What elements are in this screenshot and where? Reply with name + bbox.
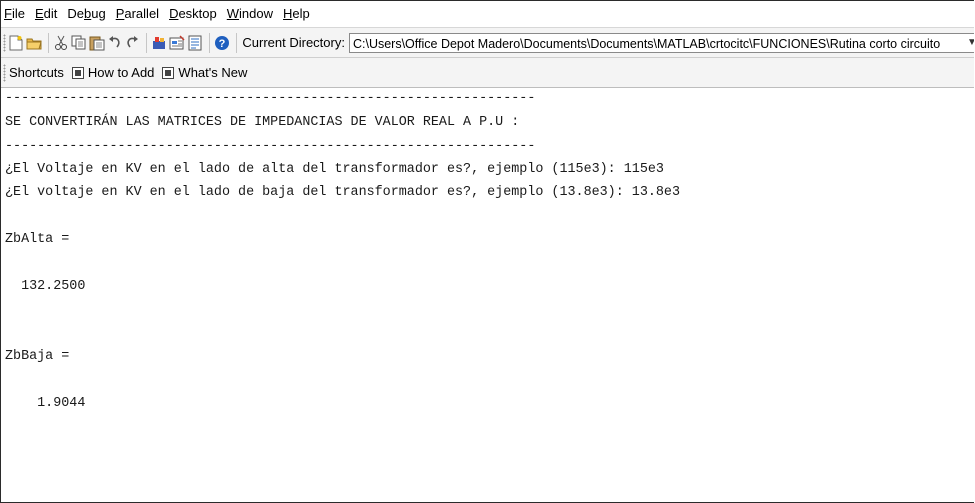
menu-file-label: ile bbox=[11, 6, 25, 21]
menu-desktop-label: esktop bbox=[178, 6, 217, 21]
command-window[interactable]: ----------------------------------------… bbox=[1, 91, 974, 502]
variable-value: 132.2500 bbox=[5, 279, 86, 294]
menu-help-label: elp bbox=[292, 6, 310, 21]
shortcut-how-to-add-label: How to Add bbox=[87, 65, 155, 80]
help-icon[interactable]: ? bbox=[214, 33, 230, 53]
current-directory-value: C:\Users\Office Depot Madero\Documents\D… bbox=[352, 36, 941, 51]
open-folder-icon[interactable] bbox=[26, 33, 42, 53]
new-file-icon[interactable] bbox=[9, 33, 25, 53]
menu-debug[interactable]: Debug bbox=[62, 4, 110, 24]
current-directory-field[interactable]: C:\Users\Office Depot Madero\Documents\D… bbox=[348, 32, 974, 53]
guide-icon[interactable] bbox=[169, 33, 185, 53]
cut-icon[interactable] bbox=[53, 33, 69, 53]
menu-debug-label: ug bbox=[91, 6, 106, 21]
menu-window-accel: W bbox=[226, 6, 240, 21]
output-line: SE CONVERTIRÁN LAS MATRICES DE IMPEDANCI… bbox=[5, 115, 520, 130]
menu-edit-accel: E bbox=[34, 6, 44, 21]
toolbar-grip[interactable] bbox=[3, 33, 6, 52]
variable-name: ZbBaja = bbox=[5, 349, 70, 364]
menu-window-label: indow bbox=[239, 6, 274, 21]
undo-icon[interactable] bbox=[107, 33, 123, 53]
shortcut-icon bbox=[71, 66, 84, 79]
menu-bar: File Edit Debug Parallel Desktop Window … bbox=[1, 1, 974, 28]
menu-file-accel: F bbox=[4, 6, 12, 21]
toolbar-separator bbox=[235, 32, 237, 53]
matlab-window: File Edit Debug Parallel Desktop Window … bbox=[0, 0, 974, 503]
shortcuts-label: Shortcuts bbox=[9, 65, 64, 80]
shortcut-icon bbox=[162, 66, 175, 79]
menu-parallel-label: arallel bbox=[124, 6, 160, 21]
menu-edit-label: dit bbox=[43, 6, 58, 21]
toolbar-separator bbox=[146, 32, 147, 53]
toolbar-separator bbox=[48, 32, 50, 53]
menu-window[interactable]: Window bbox=[222, 4, 278, 24]
current-directory-label: Current Directory: bbox=[242, 35, 345, 50]
menu-help[interactable]: Help bbox=[278, 4, 315, 24]
shortcut-whats-new[interactable]: What's New bbox=[162, 65, 247, 80]
output-line: ----------------------------------------… bbox=[5, 139, 536, 154]
output-line: ----------------------------------------… bbox=[5, 91, 536, 106]
toolbar-separator bbox=[208, 32, 210, 53]
menu-parallel[interactable]: Parallel bbox=[111, 4, 164, 24]
menu-debug-pre: De bbox=[67, 6, 84, 21]
menu-desktop[interactable]: Desktop bbox=[164, 4, 222, 24]
menu-help-accel: H bbox=[283, 6, 293, 21]
copy-icon[interactable] bbox=[71, 33, 87, 53]
menu-edit[interactable]: Edit bbox=[30, 4, 62, 24]
paste-icon[interactable] bbox=[89, 33, 105, 53]
shortcut-whats-new-label: What's New bbox=[178, 65, 248, 80]
output-line: ¿El voltaje en KV en el lado de baja del… bbox=[5, 185, 680, 200]
redo-icon[interactable] bbox=[124, 33, 140, 53]
output-line: ¿El Voltaje en KV en el lado de alta del… bbox=[5, 162, 664, 177]
menu-file[interactable]: File bbox=[1, 4, 30, 24]
svg-text:?: ? bbox=[218, 38, 225, 50]
chevron-down-icon[interactable]: ▼ bbox=[965, 34, 974, 52]
variable-name: ZbAlta = bbox=[5, 232, 70, 247]
variable-value: 1.9044 bbox=[5, 396, 86, 411]
toolbar: ? Current Directory: C:\Users\Office Dep… bbox=[1, 28, 974, 58]
profiler-icon[interactable] bbox=[187, 33, 203, 53]
simulink-icon[interactable] bbox=[151, 33, 167, 53]
shortcuts-grip[interactable] bbox=[3, 63, 6, 82]
shortcuts-toolbar: Shortcuts How to Add What's New bbox=[1, 58, 974, 88]
shortcut-how-to-add[interactable]: How to Add bbox=[71, 65, 155, 80]
